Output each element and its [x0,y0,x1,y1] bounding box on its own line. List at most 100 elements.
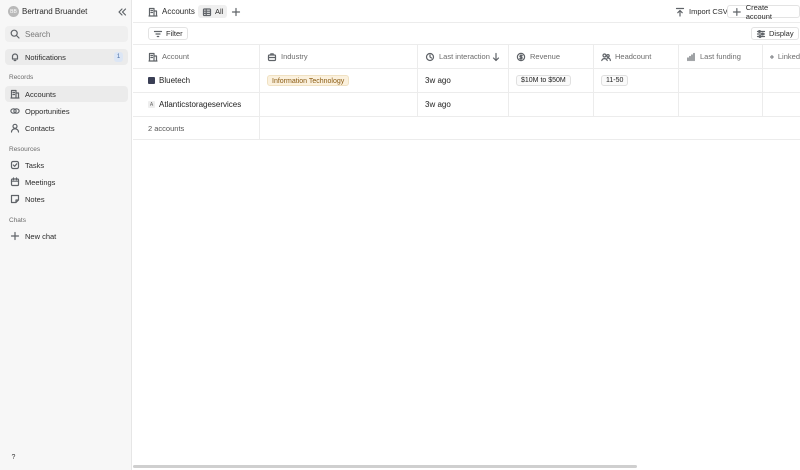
plus-icon [732,7,741,16]
column-header-last-funding[interactable]: Last funding [679,45,763,68]
link-icon [10,108,20,114]
sidebar-item-label: Opportunities [25,106,70,116]
note-icon [10,194,20,204]
last-interaction-cell[interactable]: 3w ago [418,93,509,116]
search-icon [10,29,20,39]
building-icon [148,52,158,62]
section-label-records: Records [9,74,34,81]
add-view-button[interactable] [230,6,241,17]
sidebar-item-accounts[interactable]: Accounts [5,86,128,102]
section-label-resources: Resources [9,146,41,153]
table-icon [202,7,212,16]
clock-icon [425,52,435,61]
plus-icon [231,7,240,16]
sidebar-item-meetings[interactable]: Meetings [5,174,128,190]
column-header-account[interactable]: Account [133,45,260,68]
people-icon [601,52,611,61]
object-title: Accounts [162,7,195,16]
import-csv-label: Import CSV [689,7,728,16]
industry-tag: Information Technology [267,75,350,86]
sidebar-item-notifications[interactable]: Notifications 1 [5,49,128,65]
bar-chart-icon [687,52,695,61]
search-input[interactable] [25,29,125,39]
display-button[interactable]: Display [751,27,799,40]
create-account-button[interactable]: Create account [727,2,800,21]
account-cell[interactable]: Bluetech [133,69,260,92]
new-chat-button[interactable]: New chat [5,228,128,244]
new-chat-label: New chat [25,231,57,241]
import-csv-button[interactable]: Import CSV [671,5,732,18]
user-menu[interactable]: BB Bertrand Bruandet [8,5,87,18]
linked-cell[interactable] [763,69,800,92]
briefcase-icon [267,52,277,61]
table-row[interactable]: A Atlanticstorageservices 3w ago [133,93,800,117]
filter-icon [153,30,163,37]
headcount-chip: 11-50 [601,75,629,86]
help-button[interactable]: ? [8,452,19,463]
calendar-icon [10,177,20,187]
tab-label: All [215,7,224,16]
plus-icon [10,231,20,241]
column-header-label: Linked [777,52,800,61]
column-header-headcount[interactable]: Headcount [594,45,679,68]
building-icon [148,7,158,17]
display-label: Display [769,29,794,38]
sliders-icon [756,29,766,38]
sidebar-item-tasks[interactable]: Tasks [5,157,128,173]
breadcrumb-object[interactable]: Accounts [148,5,195,18]
column-header-label: Revenue [530,52,561,61]
last-interaction-value: 3w ago [425,76,451,85]
column-header-label: Industry [281,52,308,61]
account-name: Bluetech [159,76,191,85]
column-header-label: Account [162,52,190,61]
table-row[interactable]: Bluetech Information Technology 3w ago $… [133,69,800,93]
account-name: Atlanticstorageservices [159,100,242,109]
sidebar-item-label: Notes [25,194,45,204]
notification-count-badge: 1 [114,52,123,62]
view-toolbar: Filter Display [133,24,800,45]
last-interaction-value: 3w ago [425,100,451,109]
horizontal-scrollbar[interactable] [133,465,637,468]
record-count: 2 accounts [133,117,260,139]
headcount-cell[interactable]: 11-50 [594,69,679,92]
topbar: Accounts All Import CSV Create account [133,0,800,23]
avatar: BB [8,6,19,17]
account-cell[interactable]: A Atlanticstorageservices [133,93,260,116]
filter-button[interactable]: Filter [148,27,188,40]
collapse-sidebar-button[interactable] [116,6,127,17]
industry-cell[interactable]: Information Technology [260,69,418,92]
table-header-row: Account Industry Last interaction Revenu… [133,45,800,69]
sidebar-item-notes[interactable]: Notes [5,191,128,207]
company-logo: A [148,101,155,108]
column-header-last-interaction[interactable]: Last interaction [418,45,509,68]
tab-all[interactable]: All [198,5,228,18]
last-funding-cell[interactable] [679,69,763,92]
person-icon [10,123,20,133]
arrow-down-icon[interactable] [491,52,501,62]
revenue-cell[interactable]: $10M to $50M [509,69,594,92]
accounts-table: Account Industry Last interaction Revenu… [133,45,800,140]
column-header-label: Last funding [700,52,741,61]
column-header-industry[interactable]: Industry [260,45,418,68]
revenue-chip: $10M to $50M [516,75,571,86]
checkbox-icon [10,160,20,170]
sidebar-item-label: Tasks [25,160,45,170]
last-funding-cell[interactable] [679,93,763,116]
linked-cell[interactable] [763,93,800,116]
company-logo [148,77,155,84]
column-header-revenue[interactable]: Revenue [509,45,594,68]
create-account-label: Create account [745,2,772,21]
revenue-cell[interactable] [509,93,594,116]
search-box[interactable] [5,26,128,42]
sidebar-item-opportunities[interactable]: Opportunities [5,103,128,119]
sidebar-item-contacts[interactable]: Contacts [5,120,128,136]
building-icon [10,89,20,99]
industry-cell[interactable] [260,93,418,116]
section-label-chats: Chats [9,217,26,224]
upload-icon [675,7,685,17]
headcount-cell[interactable] [594,93,679,116]
bell-icon [11,53,19,62]
column-header-linked[interactable]: Linked [763,45,800,68]
last-interaction-cell[interactable]: 3w ago [418,69,509,92]
filter-label: Filter [166,29,183,38]
